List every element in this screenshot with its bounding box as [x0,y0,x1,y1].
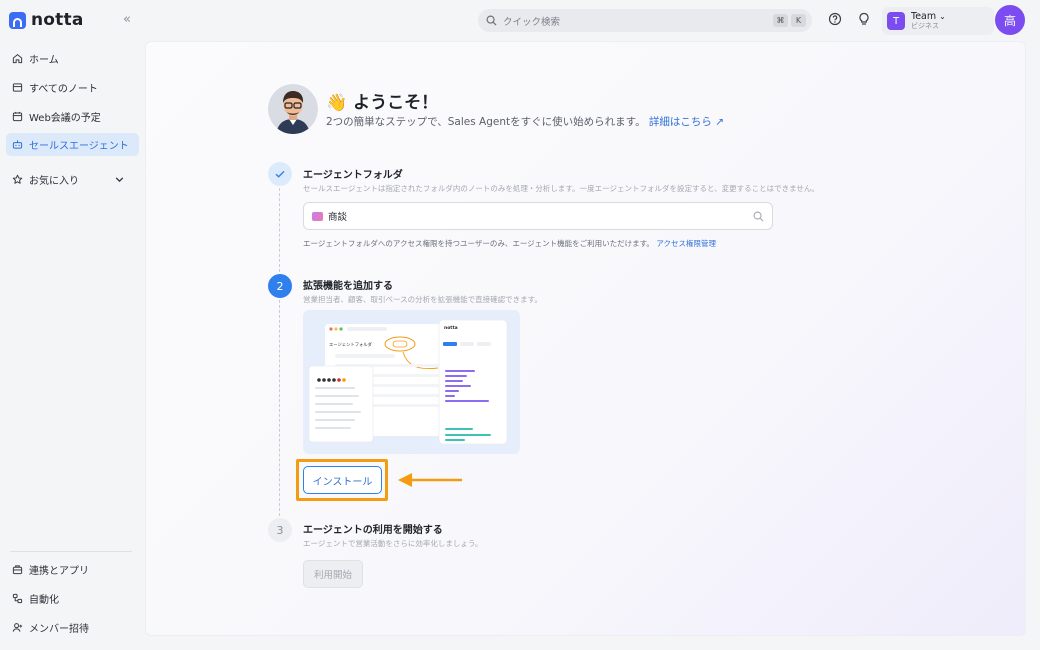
team-plan: ビジネス [911,22,939,30]
collapse-sidebar-icon[interactable]: « [123,12,131,27]
search-icon [486,15,497,26]
welcome-subtitle-text: 2つの簡単なステップで、Sales Agentをすぐに使い始められます。 [326,116,646,128]
search-bar[interactable]: クイック検索 ⌘ K [478,9,812,32]
preview-folder-label: エージェントフォルダ [329,341,373,348]
sidebar-item-label: ホーム [29,55,59,66]
app-logo[interactable]: notta [9,10,84,30]
sidebar-item-home[interactable]: ホーム [6,47,139,70]
step-3-indicator: 3 [268,518,292,542]
step-1-title: エージェントフォルダ [303,170,403,181]
sidebar-item-all-notes[interactable]: すべてのノート [6,76,139,99]
sidebar-item-label: メンバー招待 [29,624,89,635]
step-3-description: エージェントで営業活動をさらに効率化しましょう。 [303,539,483,548]
calendar-icon [12,111,23,122]
notes-icon [12,83,23,92]
team-info: Team ⌄ ビジネス [905,11,946,31]
preview-panel-logo: notta [444,325,458,331]
step-2-title: 拡張機能を追加する [303,281,393,292]
welcome-subtitle: 2つの簡単なステップで、Sales Agentをすぐに使い始められます。 詳細は… [326,114,724,129]
chevron-down-icon[interactable] [114,174,125,185]
apps-icon [12,565,23,575]
star-icon [12,174,23,184]
chevron-down-icon: ⌄ [939,12,946,21]
sidebar-item-invite-members[interactable]: メンバー招待 [6,616,139,639]
agent-folder-field[interactable]: 商談 [303,202,773,230]
folder-icon [312,211,323,221]
team-switcher[interactable]: T Team ⌄ ビジネス [882,7,994,35]
team-name: Team [911,11,937,22]
invite-icon [12,623,23,632]
sidebar-item-label: セールスエージェント [29,141,129,152]
team-avatar: T [887,12,905,30]
access-note: エージェントフォルダへのアクセス権限を持つユーザーのみ、エージェント機能をご利用… [303,238,716,249]
top-bar: notta « クイック検索 ⌘ K T Team ⌄ ビジネス 高 [0,0,1040,40]
home-icon [12,53,23,64]
logo-text: notta [31,10,84,30]
agent-folder-value: 商談 [328,212,348,223]
learn-more-link[interactable]: 詳細はこちら ↗ [649,116,724,128]
sidebar-item-label: すべてのノート [29,84,98,95]
step-connector [279,300,280,516]
install-button[interactable]: インストール [303,466,382,494]
search-placeholder: クイック検索 [503,16,561,28]
step-1-indicator [268,162,292,186]
robot-icon [12,140,23,149]
help-icon[interactable] [828,12,842,26]
sidebar: ホーム すべてのノート Web会議の予定 セールスエージェント お気に入り 連携… [0,44,145,650]
notta-logo-icon [9,11,26,29]
checkmark-icon [275,170,285,178]
sidebar-item-favorites[interactable]: お気に入り [6,168,139,191]
sidebar-item-label: Web会議の予定 [29,113,101,124]
sidebar-item-sales-agent[interactable]: セールスエージェント [6,133,139,156]
idea-bulb-icon[interactable] [857,12,871,26]
step-connector [279,188,280,272]
sidebar-item-meetings[interactable]: Web会議の予定 [6,105,139,128]
sidebar-item-integrations[interactable]: 連携とアプリ [6,558,139,581]
shortcut-key-k: K [791,14,806,27]
search-icon [753,211,764,221]
access-note-text: エージェントフォルダへのアクセス権限を持つユーザーのみ、エージェント機能をご利用… [303,239,654,248]
shortcut-key-cmd: ⌘ [773,14,788,27]
step-2-description: 営業担当者、顧客、取引ベースの分析を拡張機能で直接確認できます。 [303,295,542,304]
user-avatar[interactable]: 高 [995,5,1025,35]
sidebar-item-automation[interactable]: 自動化 [6,587,139,610]
automation-icon [12,593,23,604]
step-2-indicator: 2 [268,274,292,298]
step-3-title: エージェントの利用を開始する [303,525,443,536]
access-permission-link[interactable]: アクセス権限管理 [656,239,716,248]
start-using-button[interactable]: 利用開始 [303,560,363,588]
sales-agent-avatar [268,84,318,134]
welcome-title: 👋 ようこそ！ [326,93,439,113]
step-1-description: セールスエージェントは指定されたフォルダ内のノートのみを処理・分析します。一度エ… [303,184,819,193]
sidebar-item-label: 自動化 [29,595,59,606]
main-panel: 👋 ようこそ！ 2つの簡単なステップで、Sales Agentをすぐに使い始めら… [145,41,1026,636]
extension-preview-image: エージェントフォルダ notta [303,310,520,454]
sidebar-item-label: 連携とアプリ [29,566,89,577]
sidebar-item-label: お気に入り [29,176,79,187]
sidebar-divider [10,551,132,552]
arrow-left-icon [398,473,462,487]
